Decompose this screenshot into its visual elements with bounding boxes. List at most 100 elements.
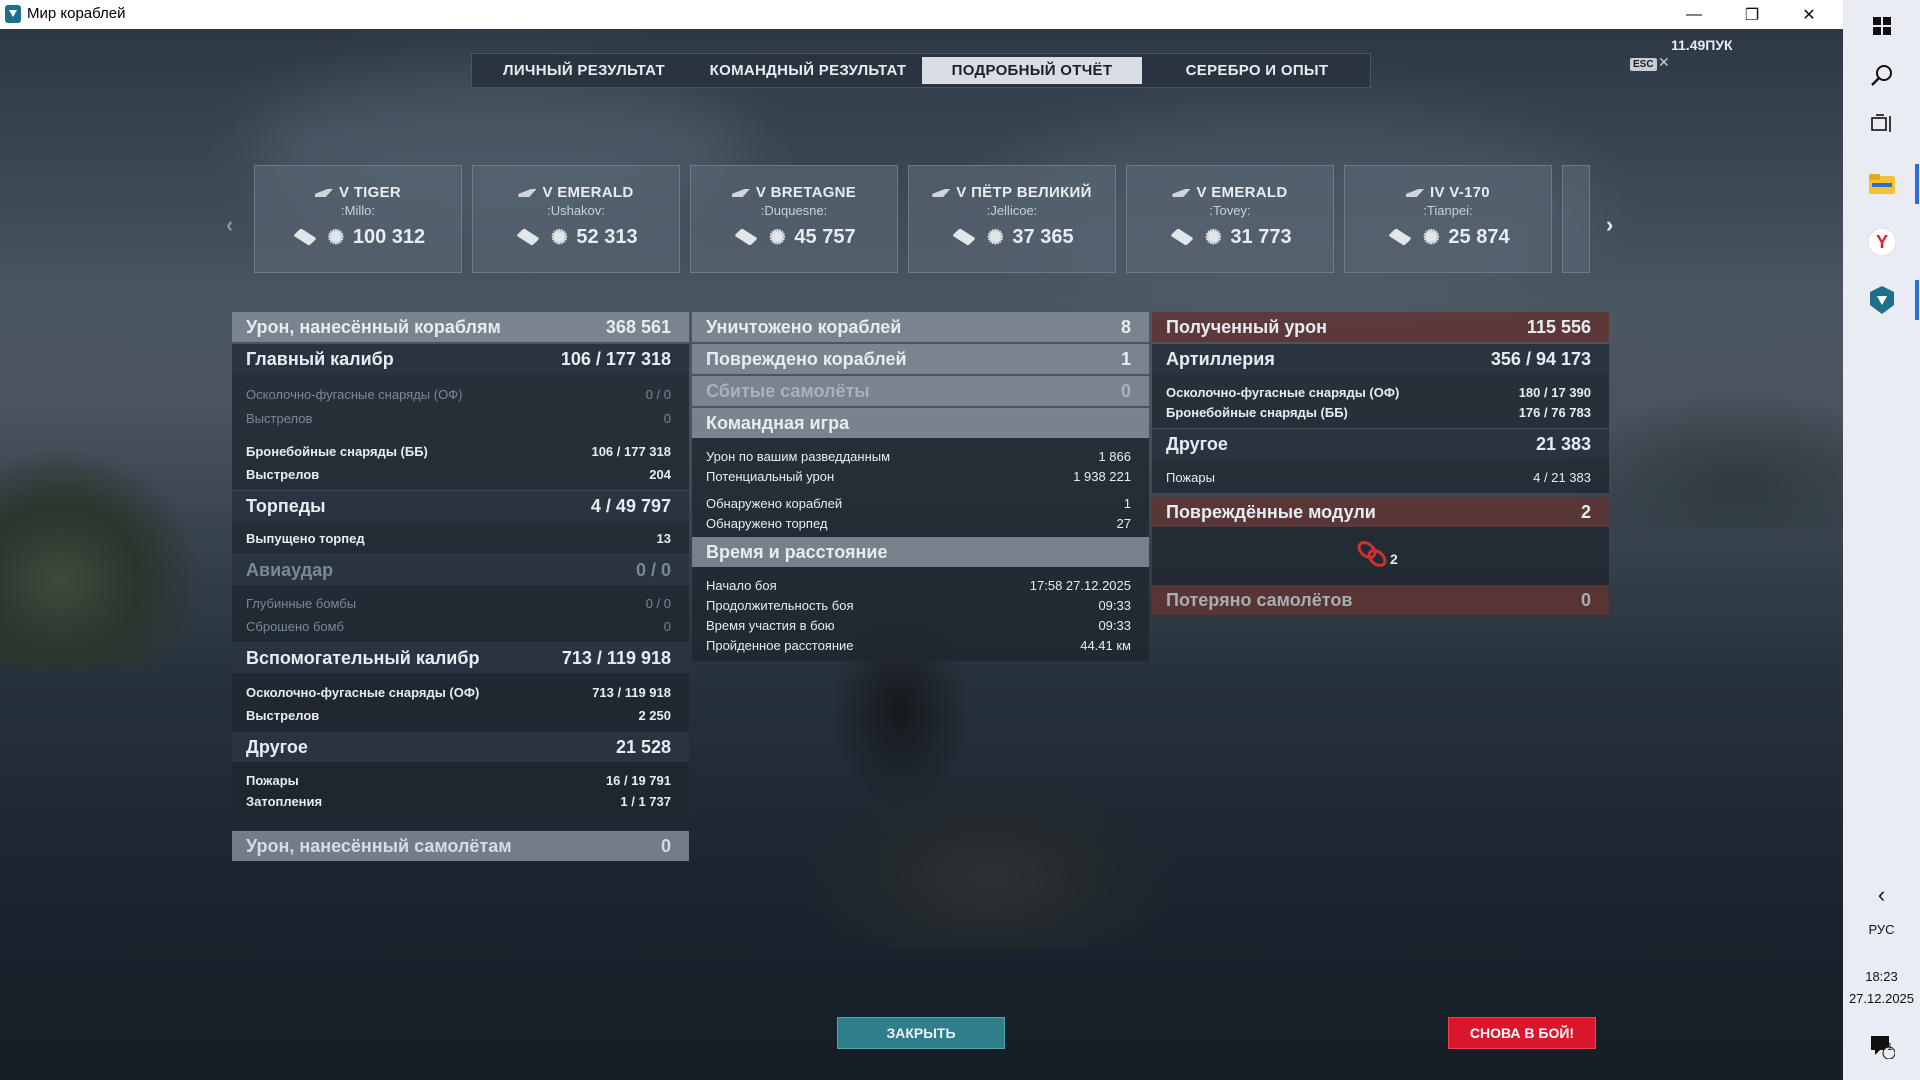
stat-row: Осколочно-фугасные снаряды (ОФ) 0 / 0	[246, 386, 671, 402]
battle-stats-panel: Уничтожено кораблей 8 Повреждено кораблей…	[692, 312, 1149, 661]
ship-damage-icon	[732, 229, 760, 247]
artillery-row: Артиллерия 356 / 94 173	[1152, 344, 1609, 374]
damaged-ships-row: Повреждено кораблей 1	[692, 344, 1149, 374]
damage-value: 31 773	[1230, 226, 1292, 248]
notification-count: 1	[1887, 1042, 1893, 1053]
battle-again-button[interactable]: СНОВА В БОЙ!	[1448, 1017, 1596, 1049]
stat-row: Глубинные бомбы 0 / 0	[246, 595, 671, 611]
player-card[interactable]: V TIGER :Millo: ✺ 100 312	[254, 165, 462, 273]
main-battery-details: Осколочно-фугасные снаряды (ОФ) 0 / 0 Выс…	[232, 374, 689, 490]
player-name: :Duquesne:	[760, 203, 828, 218]
notifications-icon[interactable]: 1	[1843, 1030, 1920, 1062]
damage-value: 100 312	[352, 226, 426, 248]
secondary-details: Осколочно-фугасные снаряды (ОФ) 713 / 119…	[232, 673, 689, 731]
island-left	[0, 449, 200, 669]
clock-time[interactable]: 18:23	[1843, 966, 1920, 986]
stat-row: Выстрелов 0	[246, 410, 671, 426]
main-battery-row: Главный калибр 106 / 177 318	[232, 344, 689, 374]
tab-team-result[interactable]: КОМАНДНЫЙ РЕЗУЛЬТАТ	[696, 54, 920, 87]
other-received-details: Пожары 4 / 21 383	[1152, 459, 1609, 493]
clock-date[interactable]: 27.12.2025	[1843, 988, 1920, 1008]
stat-row: Пожары 4 / 21 383	[1166, 469, 1591, 485]
other-received-row: Другое 21 383	[1152, 429, 1609, 459]
minimize-button[interactable]: —	[1665, 0, 1723, 29]
player-card-partial[interactable]	[1562, 165, 1590, 273]
stat-row: Обнаружено кораблей 1	[706, 495, 1131, 511]
close-window-button[interactable]: ✕	[1780, 0, 1838, 29]
player-card[interactable]: V EMERALD :Ushakov: ✺ 52 313	[472, 165, 680, 273]
game-app-icon[interactable]	[1843, 278, 1920, 322]
window-title: Мир кораблей	[27, 5, 126, 22]
artillery-details: Осколочно-фугасные снаряды (ОФ) 180 / 17 …	[1152, 374, 1609, 428]
esc-close-icon[interactable]: ✕	[1658, 54, 1670, 71]
tab-detailed-report[interactable]: ПОДРОБНЫЙ ОТЧЁТ	[922, 57, 1142, 84]
battleship-class-icon	[932, 189, 951, 198]
tab-personal-result[interactable]: ЛИЧНЫЙ РЕЗУЛЬТАТ	[472, 54, 696, 87]
destroyed-ships-row: Уничтожено кораблей 8	[692, 312, 1149, 342]
planes-lost-row: Потеряно самолётов 0	[1152, 585, 1609, 615]
ship-name: V ПЁТР ВЕЛИКИЙ	[956, 184, 1092, 201]
stat-row: Выпущено торпед 13	[246, 530, 671, 546]
carousel-prev-button[interactable]: ‹	[226, 212, 233, 238]
stat-row: Выстрелов 204	[246, 466, 671, 482]
file-explorer-icon[interactable]	[1843, 162, 1920, 206]
stat-row: Осколочно-фугасные снаряды (ОФ) 180 / 17 …	[1166, 384, 1591, 400]
explosion-icon: ✺	[987, 226, 1004, 249]
damaged-modules-details: 2	[1152, 527, 1609, 585]
search-icon[interactable]	[1843, 55, 1920, 95]
ship-damage-icon	[950, 229, 978, 247]
ship-damage-icon	[1386, 229, 1414, 247]
explosion-icon: ✺	[1423, 226, 1440, 249]
stat-row: Пройденное расстояние 44.41 км	[706, 637, 1131, 653]
carousel-next-button[interactable]: ›	[1606, 212, 1613, 238]
teamplay-details: Урон по вашим разведданным 1 866 Потенциа…	[692, 438, 1149, 537]
secondary-battery-row: Вспомогательный калибр 713 / 119 918	[232, 643, 689, 673]
yandex-browser-icon[interactable]: Y	[1843, 220, 1920, 264]
cruiser-class-icon	[1172, 189, 1191, 198]
explosion-icon: ✺	[551, 226, 568, 249]
language-indicator[interactable]: РУС	[1843, 918, 1920, 940]
ship-name: V BRETAGNE	[755, 184, 857, 201]
stat-row: Пожары 16 / 19 791	[246, 772, 671, 788]
close-button[interactable]: ЗАКРЫТЬ	[837, 1017, 1005, 1049]
stat-row: Начало боя 17:58 27.12.2025	[706, 577, 1131, 593]
fps-counter: 11.49ПУК	[1671, 37, 1733, 53]
window-titlebar: Мир кораблей — ❐ ✕	[0, 0, 1843, 29]
stat-row: Бронебойные снаряды (ББ) 176 / 76 783	[1166, 404, 1591, 420]
stat-row: Потенциальный урон 1 938 221	[706, 468, 1131, 484]
show-hidden-icons-chevron[interactable]: ‹	[1843, 880, 1920, 910]
player-card[interactable]: V EMERALD :Tovey: ✺ 31 773	[1126, 165, 1334, 273]
dealt-damage-panel: Урон, нанесённый кораблям 368 561 Главный…	[232, 312, 689, 861]
tab-silver-exp[interactable]: СЕРЕБРО И ОПЫТ	[1144, 54, 1370, 87]
ship-name: IV V-170	[1430, 184, 1490, 201]
damage-value: 25 874	[1448, 226, 1510, 248]
explosion-icon: ✺	[769, 226, 786, 249]
task-view-icon[interactable]	[1843, 104, 1920, 144]
ship-name: V EMERALD	[542, 184, 634, 201]
ship-silhouette	[800, 769, 1180, 949]
windows-start-icon[interactable]	[1843, 6, 1920, 46]
player-name: :Millo:	[341, 203, 375, 218]
stat-row: Сброшено бомб 0	[246, 618, 671, 634]
player-card[interactable]: V ПЁТР ВЕЛИКИЙ :Jellicoe: ✺ 37 365	[908, 165, 1116, 273]
explosion-icon: ✺	[1205, 226, 1222, 249]
stat-row: Затопления 1 / 1 737	[246, 793, 671, 809]
svg-text:Y: Y	[1875, 232, 1887, 252]
player-card[interactable]: IV V-170 :Tianpei: ✺ 25 874	[1344, 165, 1552, 273]
damage-value: 52 313	[576, 226, 638, 248]
stat-row: Выстрелов 2 250	[246, 707, 671, 723]
ship-damage-icon	[514, 229, 542, 247]
airstrike-details: Глубинные бомбы 0 / 0 Сброшено бомб 0	[232, 585, 689, 642]
received-damage-header: Полученный урон 115 556	[1152, 312, 1609, 342]
module-count-badge: 2	[1390, 551, 1398, 567]
damaged-module-icon	[1357, 541, 1387, 567]
stat-row: Осколочно-фугасные снаряды (ОФ) 713 / 119…	[246, 684, 671, 700]
player-name: :Jellicoe:	[986, 203, 1038, 218]
planes-shot-row: Сбитые самолёты 0	[692, 376, 1149, 406]
other-damage-details: Пожары 16 / 19 791 Затопления 1 / 1 737	[232, 762, 689, 817]
stat-row: Продолжительность боя 09:33	[706, 597, 1131, 613]
maximize-button[interactable]: ❐	[1723, 0, 1781, 29]
player-name: :Tovey:	[1209, 203, 1251, 218]
received-damage-panel: Полученный урон 115 556 Артиллерия 356 / 9…	[1152, 312, 1609, 615]
player-card[interactable]: V BRETAGNE :Duquesne: ✺ 45 757	[690, 165, 898, 273]
